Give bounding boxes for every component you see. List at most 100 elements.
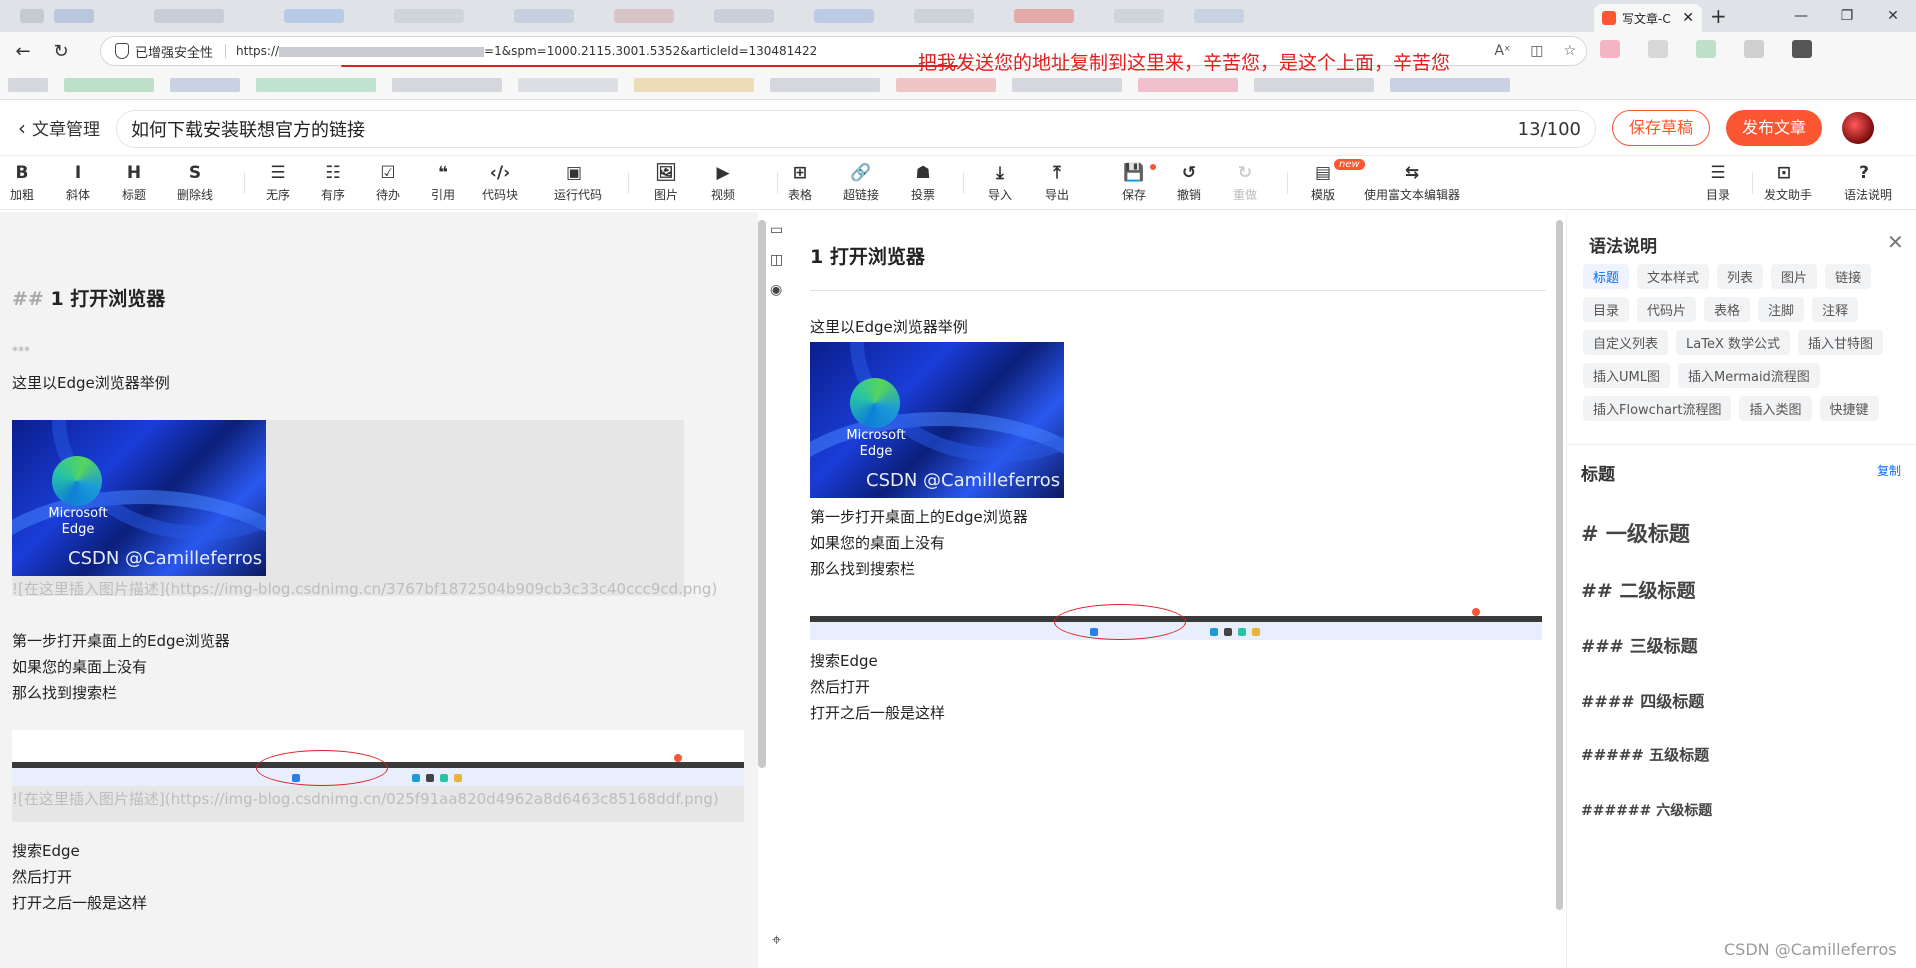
extension-icon[interactable] bbox=[1600, 40, 1620, 58]
blurred-tab[interactable] bbox=[1014, 9, 1074, 23]
bookmark-item[interactable] bbox=[392, 77, 502, 92]
reload-icon[interactable]: ↻ bbox=[46, 41, 76, 62]
blurred-tab[interactable] bbox=[284, 9, 344, 23]
blurred-tab[interactable] bbox=[614, 9, 674, 23]
toolbar-button-0[interactable]: B 加粗 bbox=[2, 162, 42, 203]
bookmark-item[interactable] bbox=[170, 77, 240, 92]
editor-only-view-icon[interactable]: ▭ bbox=[770, 222, 783, 238]
extension-icon[interactable] bbox=[1744, 40, 1764, 58]
blurred-tab[interactable] bbox=[54, 9, 94, 23]
bookmark-item[interactable] bbox=[64, 77, 154, 92]
toolbar-button-5[interactable]: ☷ 有序 bbox=[313, 162, 353, 203]
blurred-tab[interactable] bbox=[1194, 9, 1244, 23]
toolbar-button-19[interactable]: ↻ 重做 bbox=[1225, 162, 1265, 203]
toolbar-button-11[interactable]: ▶ 视频 bbox=[703, 162, 743, 203]
bookmark-item[interactable] bbox=[1012, 77, 1122, 92]
toolbar-button-10[interactable]: 🖼 图片 bbox=[646, 162, 686, 203]
help-chip[interactable]: 表格 bbox=[1704, 297, 1751, 322]
bookmark-item[interactable] bbox=[896, 77, 996, 92]
toolbar-button-16[interactable]: ⤒ 导出 bbox=[1037, 162, 1077, 203]
bookmark-item[interactable] bbox=[518, 77, 618, 92]
new-tab-button[interactable]: + bbox=[1710, 4, 1727, 28]
toolbar-button-6[interactable]: ☑ 待办 bbox=[368, 162, 408, 203]
preview-only-view-icon[interactable]: ◉ bbox=[770, 282, 783, 298]
split-view-icon[interactable]: ◫ bbox=[770, 252, 783, 268]
copy-link[interactable]: 复制 bbox=[1877, 462, 1901, 479]
help-chip[interactable]: 文本样式 bbox=[1637, 264, 1710, 289]
help-chip[interactable]: 注脚 bbox=[1758, 297, 1805, 322]
help-chip[interactable]: 链接 bbox=[1825, 264, 1872, 289]
locate-sync-icon[interactable]: ⌖ bbox=[772, 930, 781, 950]
close-tab-icon[interactable]: ✕ bbox=[1682, 10, 1694, 26]
help-chip[interactable]: 插入类图 bbox=[1739, 396, 1812, 421]
read-aloud-icon[interactable]: Aˣ bbox=[1494, 43, 1510, 59]
toolbar-button-15[interactable]: ⤓ 导入 bbox=[980, 162, 1020, 203]
bookmark-item[interactable] bbox=[1390, 77, 1510, 92]
bookmark-item[interactable] bbox=[256, 77, 376, 92]
toolbar-button-23[interactable]: ⊡ 发文助手 bbox=[1764, 162, 1812, 203]
bookmark-item[interactable] bbox=[8, 77, 48, 92]
toolbar-button-18[interactable]: ↺ 撤销 bbox=[1169, 162, 1209, 203]
toolbar-button-24[interactable]: ? 语法说明 bbox=[1844, 162, 1892, 203]
extension-icon[interactable] bbox=[1696, 40, 1716, 58]
profile-icon[interactable] bbox=[1792, 40, 1812, 58]
blurred-tab[interactable] bbox=[394, 9, 464, 23]
toolbar-button-20[interactable]: ▤ 模版 bbox=[1303, 162, 1343, 203]
blurred-tab[interactable] bbox=[514, 9, 574, 23]
help-chip[interactable]: 插入UML图 bbox=[1583, 363, 1670, 388]
toolbar-button-22[interactable]: ☰ 目录 bbox=[1698, 162, 1738, 203]
restore-button[interactable]: ❐ bbox=[1824, 0, 1870, 32]
toolbar-button-9[interactable]: ▣ 运行代码 bbox=[554, 162, 602, 203]
bookmark-item[interactable] bbox=[1254, 77, 1374, 92]
split-screen-icon[interactable]: ◫ bbox=[1530, 43, 1543, 59]
toolbar-button-13[interactable]: 🔗 超链接 bbox=[841, 162, 881, 203]
help-chip[interactable]: 插入Flowchart流程图 bbox=[1583, 396, 1732, 421]
help-chip[interactable]: LaTeX 数学公式 bbox=[1676, 330, 1790, 355]
back-to-articles-link[interactable]: ‹ 文章管理 bbox=[18, 115, 100, 141]
help-chip[interactable]: 目录 bbox=[1583, 297, 1630, 322]
toolbar-button-4[interactable]: ☰ 无序 bbox=[258, 162, 298, 203]
toolbar-button-2[interactable]: H 标题 bbox=[114, 162, 154, 203]
help-chip[interactable]: 标题 bbox=[1583, 264, 1630, 289]
toolbar-button-8[interactable]: ‹/› 代码块 bbox=[480, 162, 520, 203]
minimize-button[interactable]: — bbox=[1778, 0, 1824, 32]
blurred-tab[interactable] bbox=[154, 9, 224, 23]
blurred-tab[interactable] bbox=[814, 9, 874, 23]
bookmark-item[interactable] bbox=[770, 77, 880, 92]
toolbar-button-14[interactable]: ☗ 投票 bbox=[903, 162, 943, 203]
toolbar-button-12[interactable]: ⊞ 表格 bbox=[780, 162, 820, 203]
editor-scrollbar[interactable] bbox=[758, 220, 766, 768]
back-arrow-icon[interactable]: ← bbox=[8, 41, 38, 62]
close-help-icon[interactable]: ✕ bbox=[1887, 230, 1904, 254]
article-title-input[interactable]: 如何下载安装联想官方的链接 13/100 bbox=[116, 110, 1596, 148]
help-chip[interactable]: 快捷键 bbox=[1819, 396, 1879, 421]
toolbar-button-1[interactable]: I 斜体 bbox=[58, 162, 98, 203]
preview-scrollbar[interactable] bbox=[1556, 220, 1563, 910]
active-tab[interactable]: 写文章-C ✕ bbox=[1594, 4, 1702, 32]
help-chip[interactable]: 注释 bbox=[1812, 297, 1859, 322]
help-chip[interactable]: 图片 bbox=[1771, 264, 1818, 289]
help-chip[interactable]: 代码片 bbox=[1637, 297, 1697, 322]
help-chip[interactable]: 列表 bbox=[1717, 264, 1764, 289]
security-indicator[interactable]: 已增强安全性 bbox=[101, 42, 213, 61]
bookmark-item[interactable] bbox=[1138, 77, 1238, 92]
blurred-tab[interactable] bbox=[1114, 9, 1164, 23]
toolbar-button-21[interactable]: ⇆ 使用富文本编辑器 bbox=[1357, 162, 1467, 203]
help-chip[interactable]: 插入甘特图 bbox=[1798, 330, 1884, 355]
favorite-add-icon[interactable]: ☆ bbox=[1563, 43, 1576, 59]
toolbar-button-7[interactable]: ❝ 引用 bbox=[423, 162, 463, 203]
help-chip[interactable]: 插入Mermaid流程图 bbox=[1677, 363, 1820, 388]
blurred-tab[interactable] bbox=[914, 9, 974, 23]
extension-icon[interactable] bbox=[1648, 40, 1668, 58]
publish-button[interactable]: 发布文章 bbox=[1726, 110, 1822, 146]
blurred-tab[interactable] bbox=[20, 9, 44, 23]
help-chip[interactable]: 自定义列表 bbox=[1583, 330, 1669, 355]
close-window-button[interactable]: ✕ bbox=[1870, 0, 1916, 32]
avatar[interactable] bbox=[1842, 112, 1874, 144]
toolbar-button-3[interactable]: S 删除线 bbox=[175, 162, 215, 203]
markdown-editor[interactable]: *** ## 1 打开浏览器 *** 这里以Edge浏览器举例 Microsof… bbox=[0, 212, 758, 968]
save-draft-button[interactable]: 保存草稿 bbox=[1612, 110, 1710, 146]
blurred-tab[interactable] bbox=[714, 9, 774, 23]
toolbar-button-17[interactable]: 💾 保存 bbox=[1114, 162, 1154, 203]
bookmark-item[interactable] bbox=[634, 77, 754, 92]
